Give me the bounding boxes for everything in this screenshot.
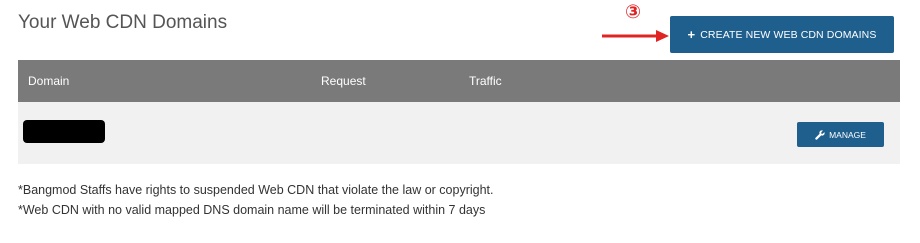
plus-icon: + (687, 27, 696, 42)
create-new-web-cdn-domains-button[interactable]: + CREATE NEW WEB CDN DOMAINS (670, 16, 894, 53)
wrench-icon (815, 129, 825, 140)
page: Your Web CDN Domains ③ + CREATE NEW WEB … (0, 0, 920, 243)
redacted-domain-name (23, 120, 105, 143)
column-header-traffic: Traffic (469, 74, 502, 88)
table-row: MANAGE (18, 102, 900, 164)
note-suspension-policy: *Bangmod Staffs have rights to suspended… (18, 183, 494, 197)
manage-button-label: MANAGE (829, 129, 866, 140)
manage-button[interactable]: MANAGE (797, 122, 884, 147)
page-title: Your Web CDN Domains (18, 12, 228, 33)
column-header-domain: Domain (28, 74, 70, 88)
create-button-label: CREATE NEW WEB CDN DOMAINS (700, 28, 877, 41)
annotation-step-number: ③ (625, 1, 642, 23)
annotation-arrow-icon (602, 30, 669, 42)
note-dns-termination: *Web CDN with no valid mapped DNS domain… (18, 203, 486, 217)
notes: *Bangmod Staffs have rights to suspended… (18, 180, 494, 220)
column-header-request: Request (321, 74, 366, 88)
domains-table: Domain Request Traffic MANAGE (18, 60, 900, 164)
table-header: Domain Request Traffic (18, 60, 900, 102)
